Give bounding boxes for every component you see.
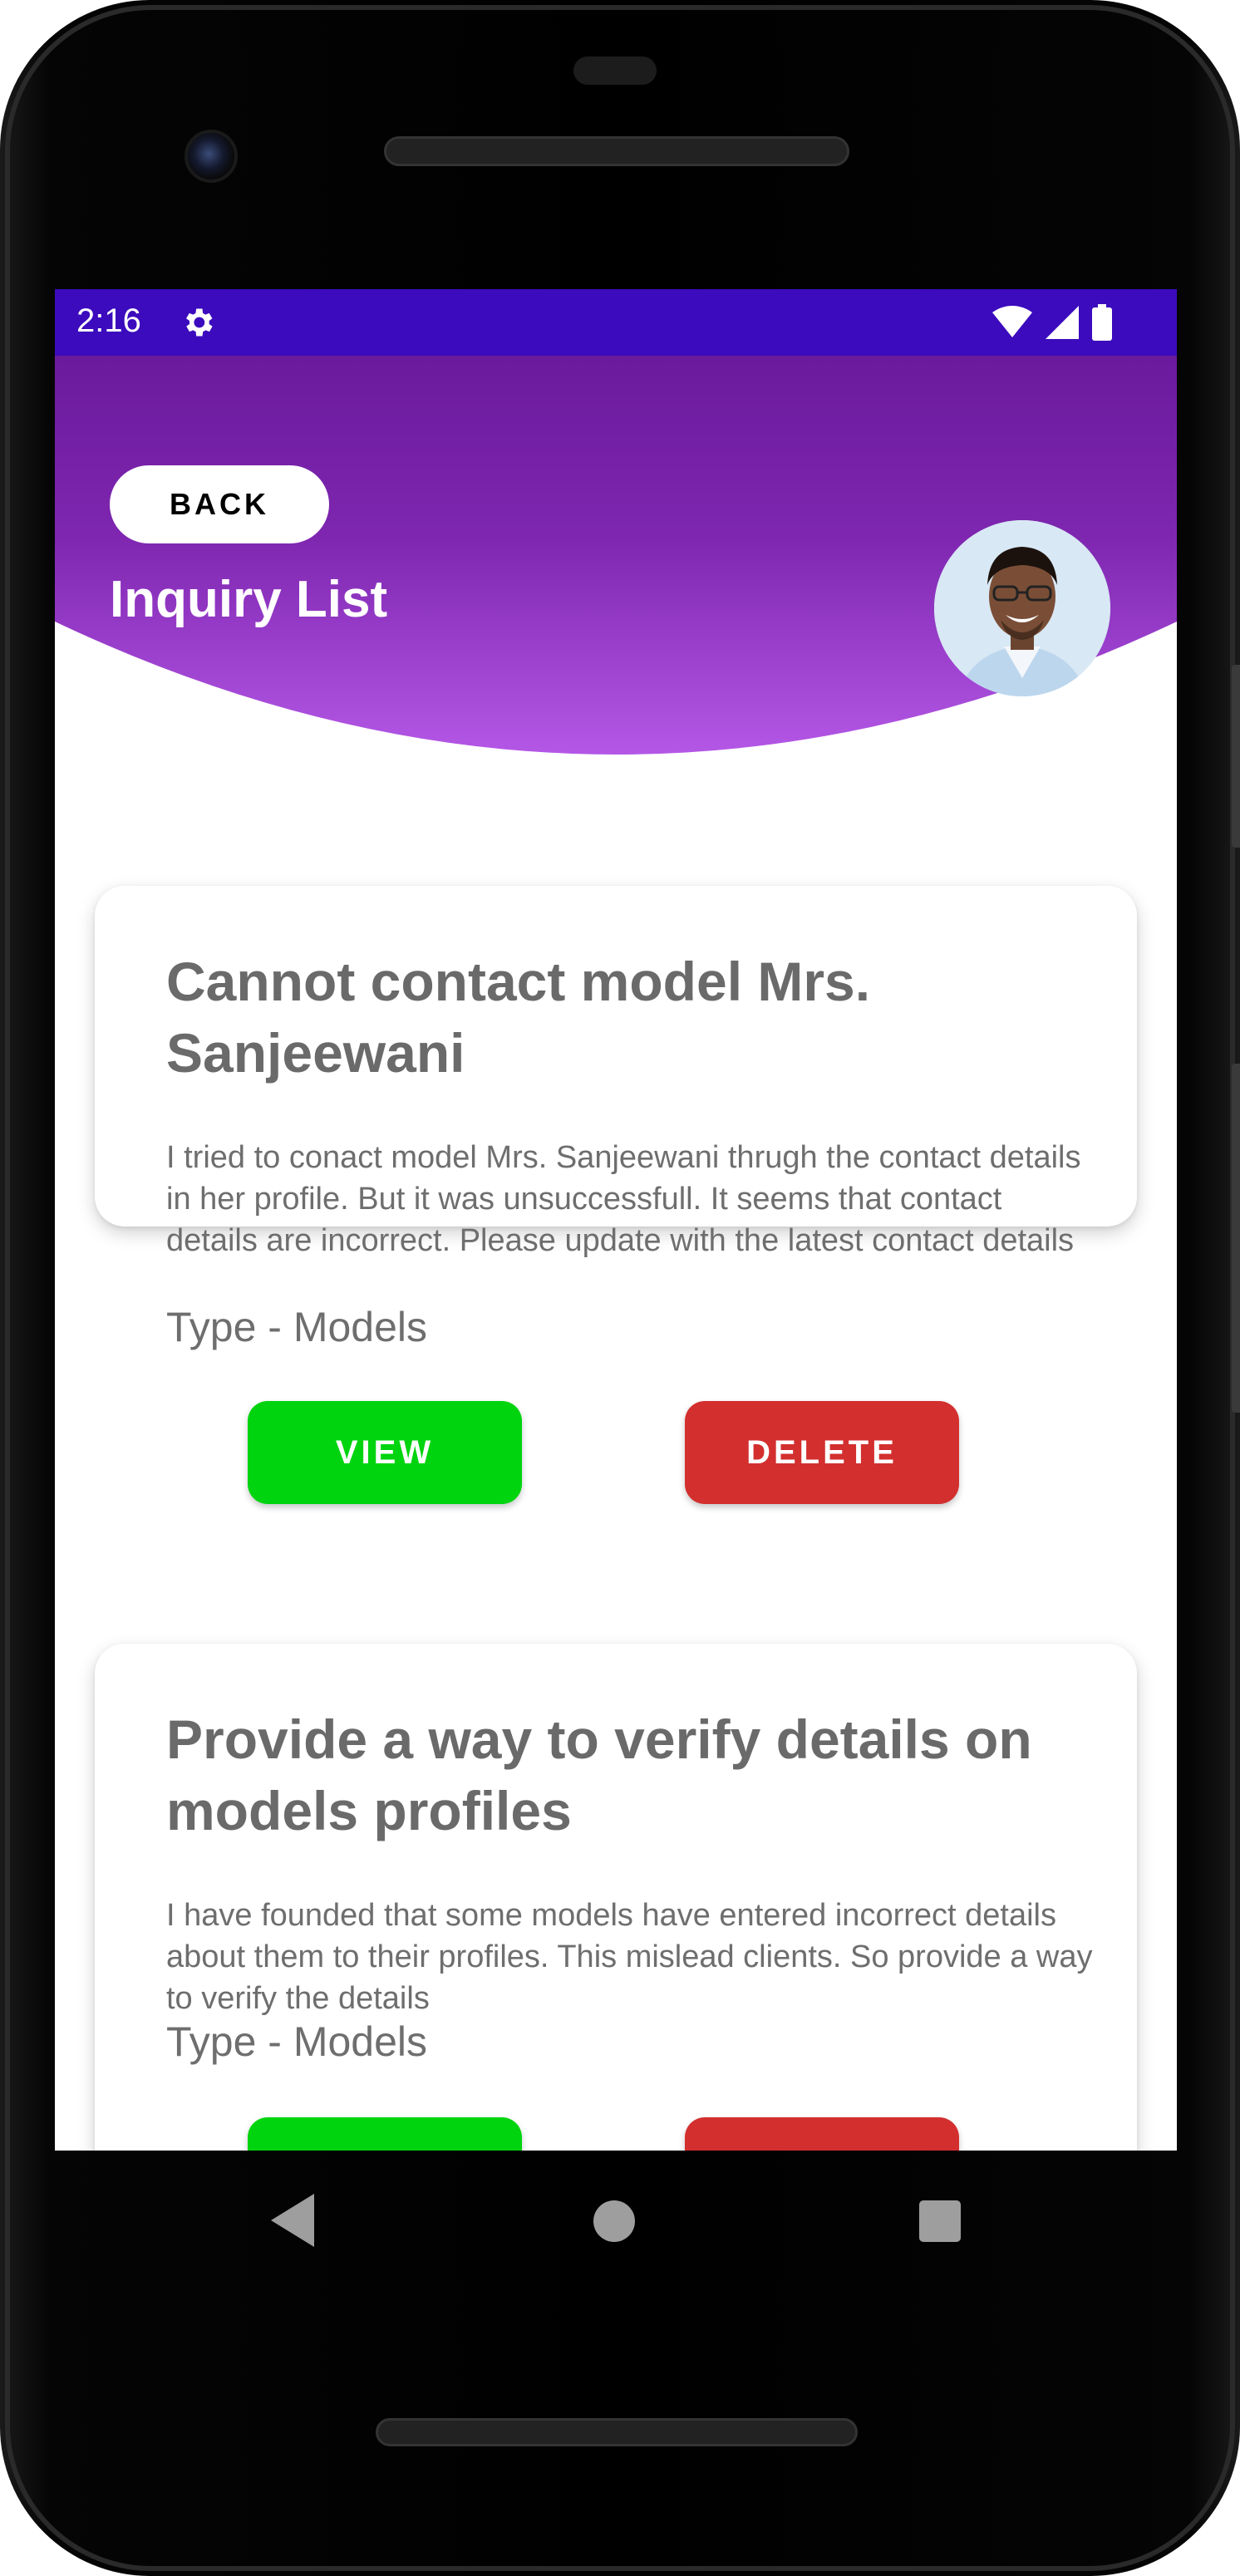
delete-button[interactable]: DELETE	[685, 1401, 959, 1504]
recents-square-icon[interactable]	[919, 2200, 961, 2242]
back-button[interactable]: BACK	[110, 465, 329, 543]
bottom-speaker	[376, 2418, 858, 2446]
avatar[interactable]	[934, 520, 1110, 696]
volume-button	[1232, 665, 1240, 848]
wifi-icon	[992, 306, 1032, 337]
status-bar: 2:16	[55, 289, 1177, 356]
battery-icon	[1092, 304, 1112, 341]
power-button	[1232, 1064, 1240, 1413]
sensor-slot	[573, 57, 657, 85]
gear-icon	[186, 308, 213, 337]
view-button[interactable]: VIEW	[248, 2117, 522, 2151]
earpiece-speaker	[384, 136, 849, 166]
home-circle-icon[interactable]	[593, 2200, 635, 2242]
inquiry-type: Type - Models	[166, 2018, 428, 2065]
inquiry-title: Cannot contact model Mrs. Sanjeewani	[166, 951, 871, 1084]
phone-frame: 2:16 BACK Inquiry List Cannot contact mo…	[0, 0, 1240, 2576]
page-title: Inquiry List	[110, 571, 388, 628]
header-banner: BACK Inquiry List	[55, 356, 1177, 821]
delete-button[interactable]: DELETE	[685, 2117, 959, 2151]
inquiry-description: I have founded that some models have ent…	[166, 1898, 1093, 2016]
inquiry-description: I tried to conact model Mrs. Sanjeewani …	[166, 1140, 1081, 1258]
inquiry-card: Provide a way to verify details on model…	[95, 1644, 1137, 2151]
inquiry-card: Cannot contact model Mrs. Sanjeewani I t…	[95, 886, 1137, 1504]
app-screen: 2:16 BACK Inquiry List Cannot contact mo…	[55, 289, 1177, 2151]
view-button[interactable]: VIEW	[248, 1401, 522, 1504]
system-nav-bar	[55, 2151, 1177, 2292]
status-time: 2:16	[76, 302, 141, 339]
inquiry-title: Provide a way to verify details on model…	[166, 1708, 1032, 1841]
profile-photo	[934, 520, 1110, 696]
front-camera	[185, 130, 238, 183]
signal-icon	[1046, 306, 1079, 339]
back-triangle-icon[interactable]	[271, 2194, 314, 2247]
inquiry-type: Type - Models	[166, 1304, 428, 1350]
